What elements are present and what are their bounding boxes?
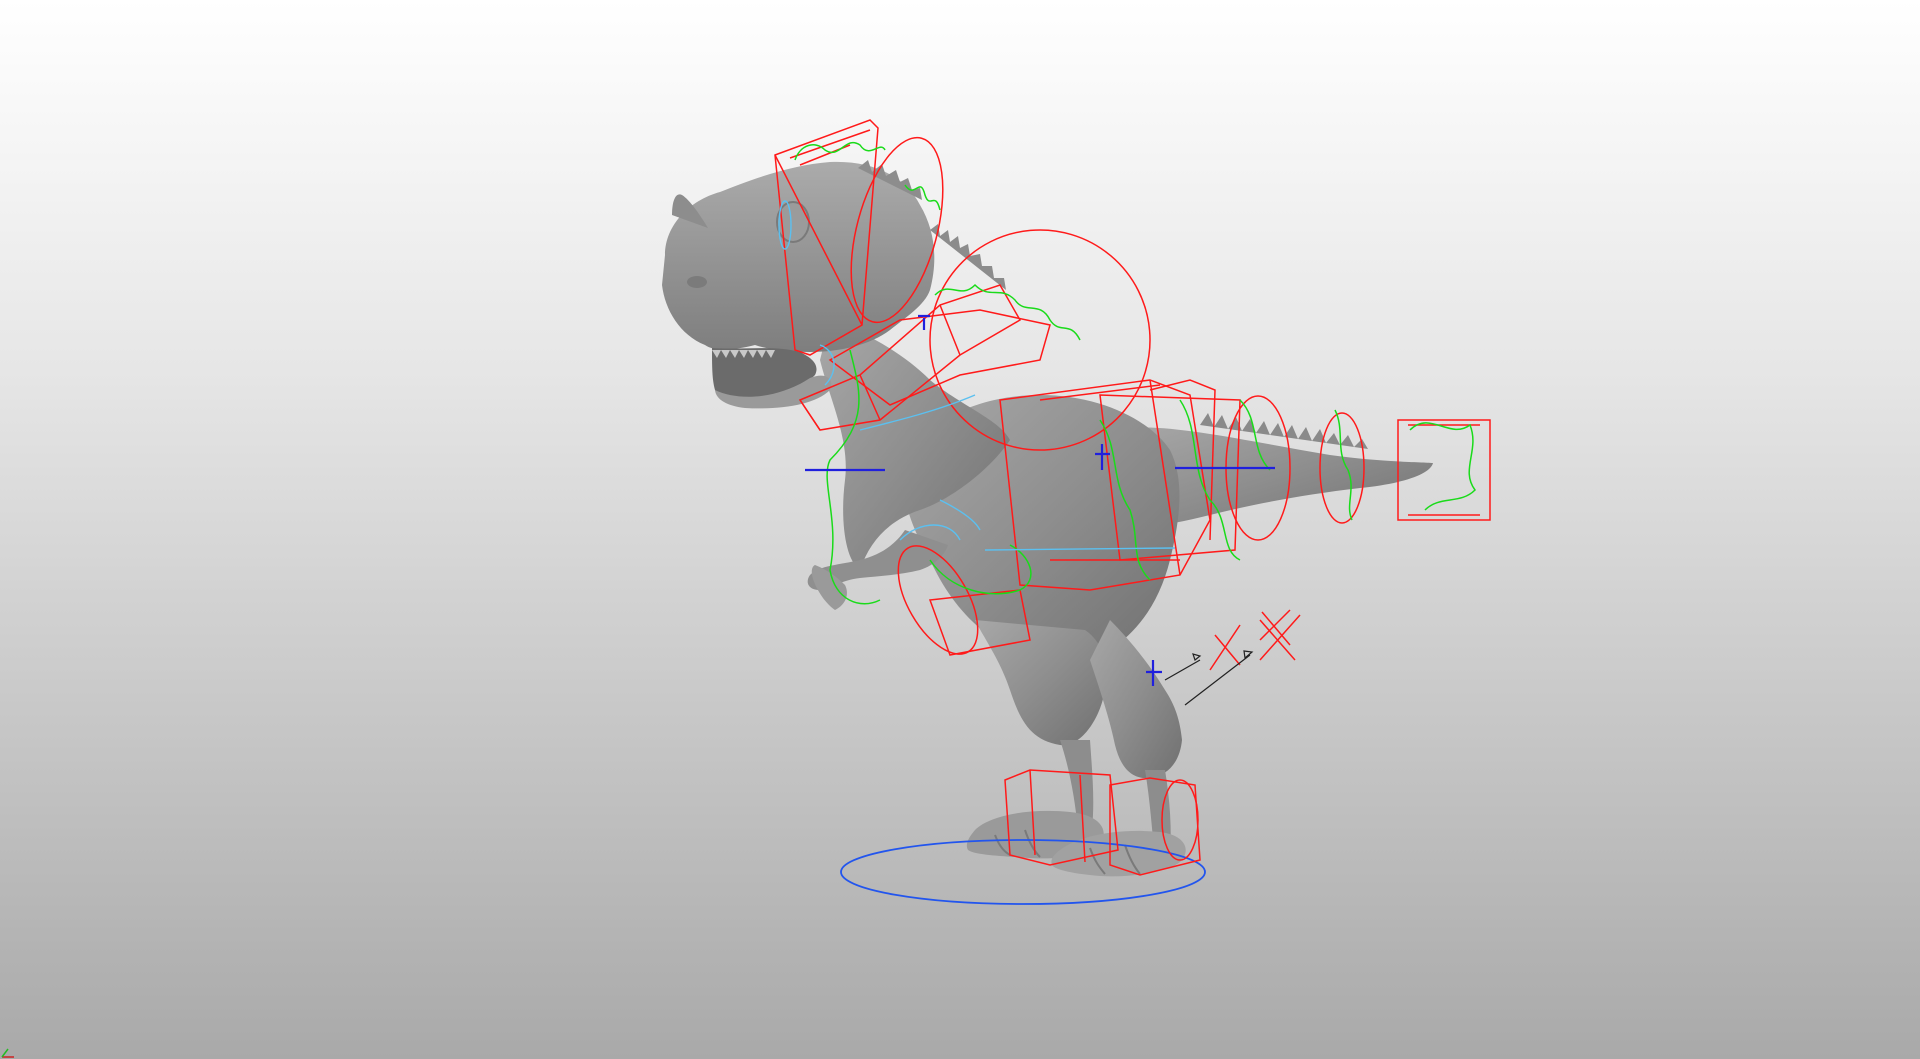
axis-gizmo <box>1 1048 14 1058</box>
viewport-scene[interactable] <box>0 0 1920 1059</box>
dinosaur-nostril <box>687 276 707 288</box>
3d-viewport[interactable] <box>0 0 1920 1059</box>
